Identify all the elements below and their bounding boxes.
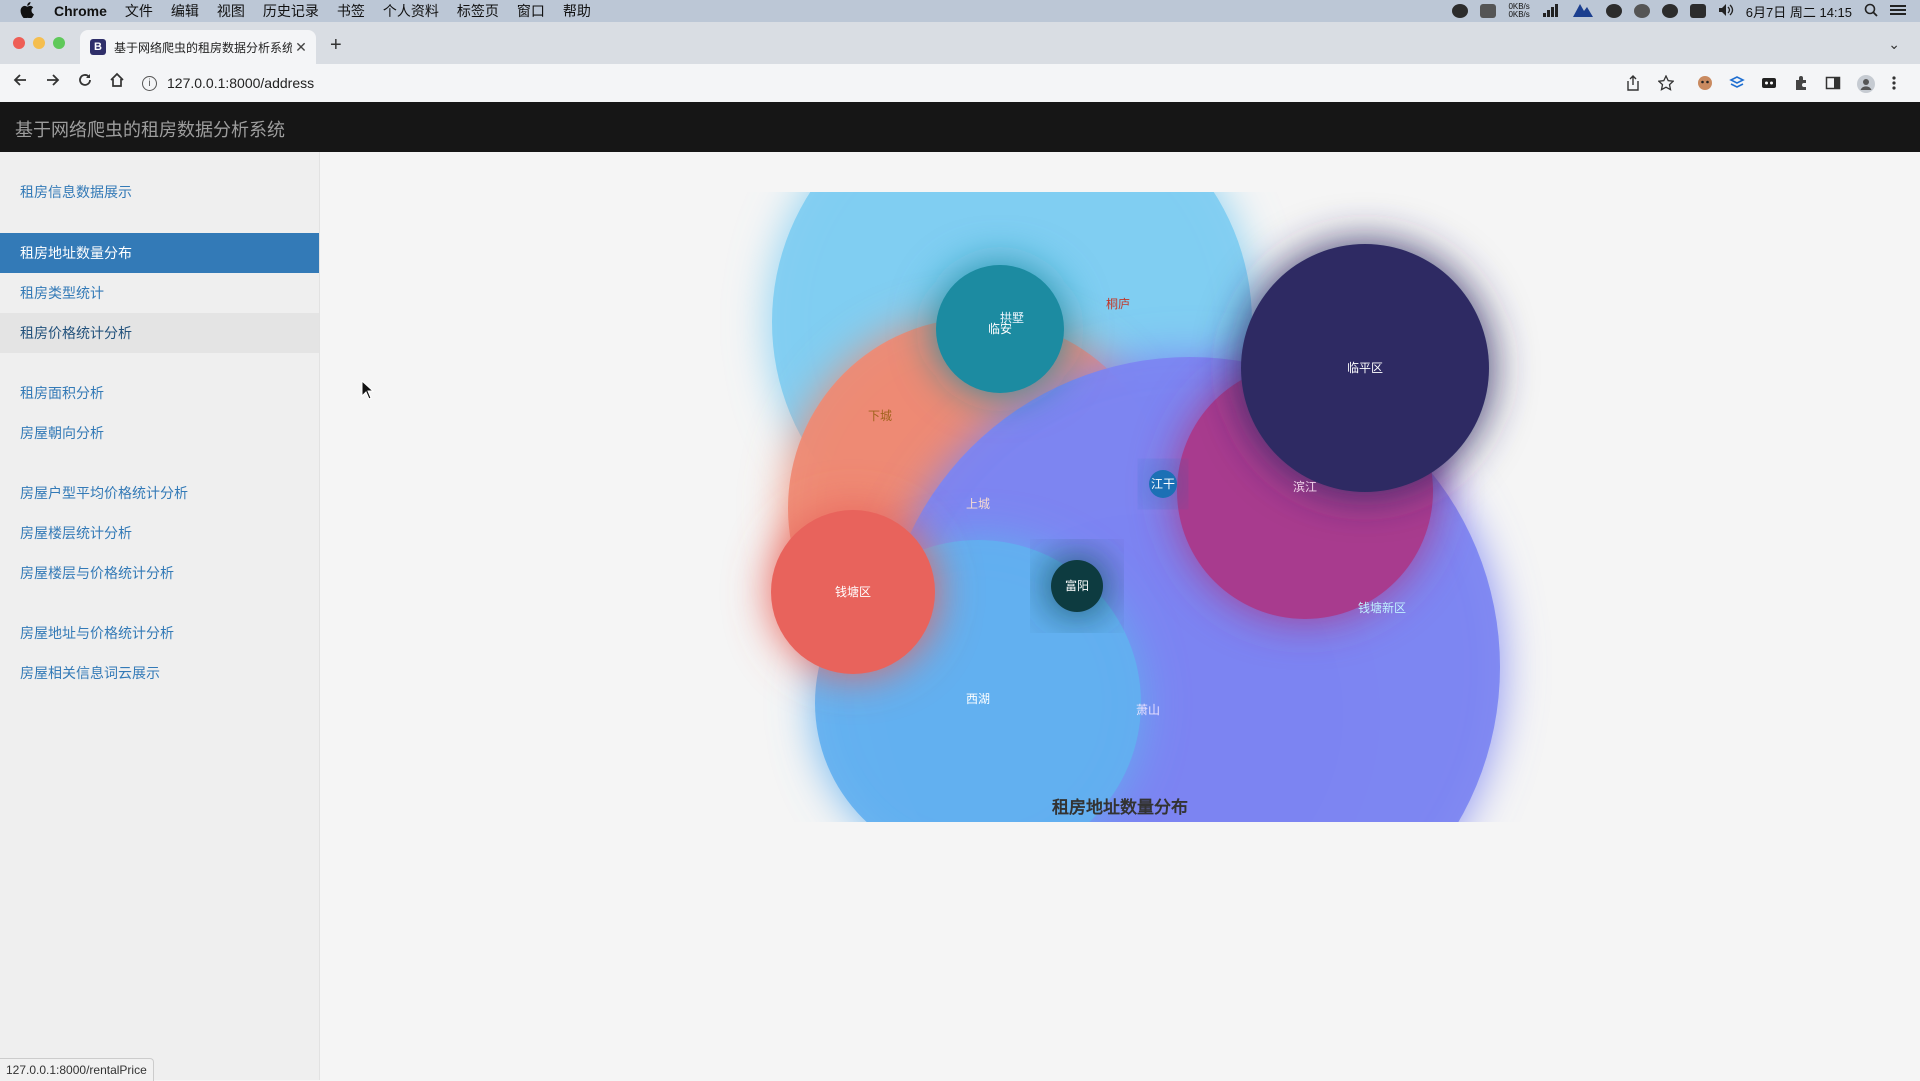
site-info-icon[interactable]: i [142,75,157,91]
app-brand[interactable]: 基于网络爬虫的租房数据分析系统 [15,116,285,142]
zoom-window-button[interactable] [53,37,65,49]
bubble-label-1: 上城 [966,497,990,511]
sidebar-item-wordcloud[interactable]: 房屋相关信息词云展示 [0,653,319,693]
bookmark-star-icon[interactable] [1657,74,1675,91]
favicon-icon: B [90,39,106,55]
menu-history[interactable]: 历史记录 [263,1,319,21]
input-method-icon[interactable] [1689,4,1706,18]
sidebar-item-area[interactable]: 租房面积分析 [0,373,319,413]
profile-avatar-icon[interactable] [1857,75,1875,93]
bubble-label-10: 江干 [1151,477,1175,491]
cat-icon[interactable] [1480,4,1497,18]
bubble-layer: 拱墅上城萧山钱塘新区西湖滨江临平区临安钱塘区 富阳江干桐庐下城 [771,192,1500,822]
menubar-clock[interactable]: 6月7日 周二 14:15 [1746,2,1852,21]
menu-bookmarks[interactable]: 书签 [337,1,365,21]
signal-icon[interactable] [1542,3,1560,20]
tab-search-chevron-icon[interactable]: ⌄ [1888,36,1900,53]
chat-icon[interactable] [1633,4,1650,18]
sidebar-item-address-distribution[interactable]: 租房地址数量分布 [0,233,319,273]
menu-tabs[interactable]: 标签页 [457,1,499,21]
menu-edit[interactable]: 编辑 [171,1,199,21]
forward-icon[interactable] [45,72,61,93]
sidebar-item-orientation[interactable]: 房屋朝向分析 [0,413,319,453]
control-center-icon[interactable] [1890,4,1906,19]
menu-help[interactable]: 帮助 [563,1,591,21]
extension-face-icon[interactable] [1697,75,1713,91]
wechat-icon[interactable] [1661,4,1678,18]
bubble-label-7: 临安 [988,321,1012,336]
volume-icon[interactable] [1718,3,1734,20]
browser-menu-icon[interactable] [1892,75,1908,91]
address-url[interactable]: 127.0.0.1:8000/address [167,75,314,91]
app-navbar: 基于网络爬虫的租房数据分析系统 [0,102,1920,152]
bubble-label-5: 滨江 [1293,479,1317,494]
bubble-label-6: 临平区 [1347,361,1383,375]
reload-icon[interactable] [77,72,93,93]
sidebar-item-rental-price[interactable]: 租房价格统计分析 [0,313,319,353]
sidebar-item-layout-price[interactable]: 房屋户型平均价格统计分析 [0,473,319,513]
bubble-label-3: 钱塘新区 [1358,600,1406,615]
apple-icon[interactable] [20,1,38,21]
tab-close-icon[interactable]: ✕ [292,39,310,56]
browser-toolbar: i 127.0.0.1:8000/address [0,64,1920,103]
record-icon[interactable] [1452,4,1469,18]
new-tab-icon[interactable]: + [330,34,342,57]
menubar-app-name[interactable]: Chrome [54,3,107,19]
address-bar[interactable]: i 127.0.0.1:8000/address [142,69,1662,97]
network-speed: 0KB/s 0KB/s [1508,3,1529,19]
menubar-tray: 0KB/s 0KB/s 6月7日 周二 14:15 [1452,0,1906,22]
mountain-icon[interactable] [1572,2,1594,21]
back-icon[interactable] [12,72,28,93]
home-icon[interactable] [109,72,125,93]
sidebar-item-rental-info[interactable]: 租房信息数据展示 [0,172,319,212]
sidebar: 租房信息数据展示 租房地址数量分布 租房类型统计 租房价格统计分析 租房面积分析… [0,152,320,1080]
chart-title: 租房地址数量分布 [1052,797,1188,817]
menu-view[interactable]: 视图 [217,1,245,21]
tab-title: 基于网络爬虫的租房数据分析系统 [114,40,292,55]
bubble-label-8: 钱塘区 [835,584,871,599]
sidebar-item-floor-price[interactable]: 房屋楼层与价格统计分析 [0,553,319,593]
browser-tab[interactable]: B 基于网络爬虫的租房数据分析系统 ✕ [80,30,316,64]
status-bar-url: 127.0.0.1:8000/rentalPrice [0,1058,154,1081]
sidebar-item-floor[interactable]: 房屋楼层统计分析 [0,513,319,553]
extensions-puzzle-icon[interactable] [1793,75,1809,91]
net-down: 0KB/s [1508,10,1530,19]
bubble-label-12: 下城 [868,409,892,423]
minimize-window-button[interactable] [33,37,45,49]
bubble-label-2: 萧山 [1136,703,1160,717]
menu-profile[interactable]: 个人资料 [383,1,439,21]
extension-layers-icon[interactable] [1729,75,1745,91]
share-icon[interactable] [1626,75,1642,91]
address-bubble-chart: 拱墅上城萧山钱塘新区西湖滨江临平区临安钱塘区 富阳江干桐庐下城 租房地址数量分布 [771,192,1500,822]
bubble-label-11: 桐庐 [1106,296,1130,311]
bubble-label-4: 西湖 [966,691,990,706]
extension-reader-icon[interactable] [1761,75,1777,91]
mouse-cursor-icon [361,379,375,405]
sidebar-item-rental-type[interactable]: 租房类型统计 [0,273,319,313]
close-window-button[interactable] [13,37,25,49]
bubble-label-9: 富阳 [1065,578,1089,593]
side-panel-icon[interactable] [1825,75,1841,91]
spotlight-icon[interactable] [1864,3,1878,20]
app-tray-icon[interactable] [1605,4,1622,18]
sidebar-item-address-price[interactable]: 房屋地址与价格统计分析 [0,613,319,653]
os-menubar: Chrome 文件 编辑 视图 历史记录 书签 个人资料 标签页 窗口 帮助 0… [0,0,1920,22]
menu-window[interactable]: 窗口 [517,1,545,21]
menu-file[interactable]: 文件 [125,1,153,21]
